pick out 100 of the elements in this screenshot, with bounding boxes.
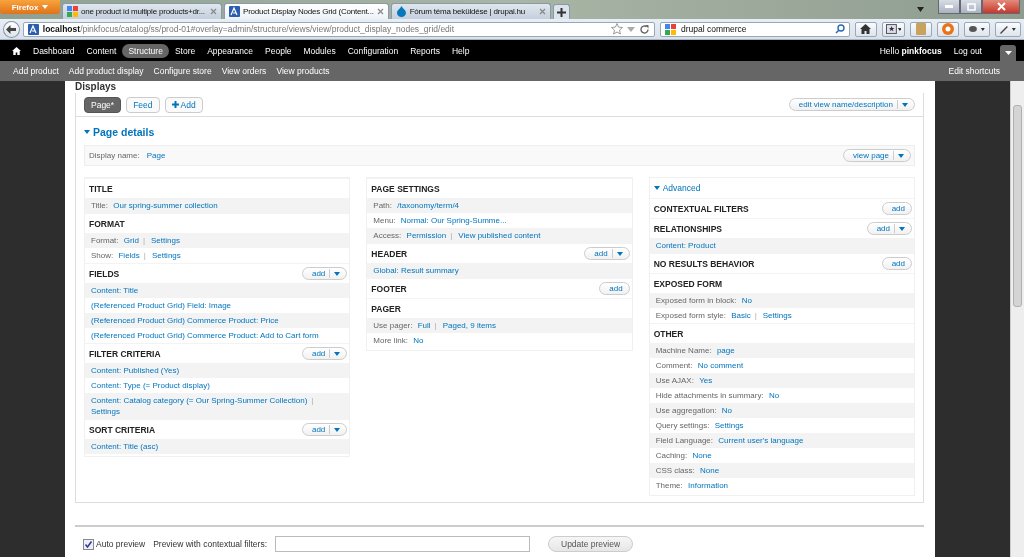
edit-shortcuts-link[interactable]: Edit shortcuts — [948, 66, 1000, 76]
setting-link[interactable]: Content: Title (asc) — [91, 441, 159, 452]
browser-tab[interactable]: Fórum téma beküldése | drupal.hu — [390, 3, 551, 19]
setting-link[interactable]: Basic — [731, 310, 751, 321]
toolbar-link[interactable]: Reports — [410, 43, 440, 58]
shortcut-link[interactable]: View orders — [221, 66, 267, 76]
page-details-toggle[interactable]: Page details — [84, 126, 155, 138]
toolbar-link[interactable]: Appearance — [207, 43, 254, 58]
separator-text: | — [142, 236, 145, 245]
close-icon[interactable] — [376, 8, 384, 15]
setting-link[interactable]: Content: Type (= Product display) — [91, 380, 210, 391]
setting-link[interactable]: (Referenced Product Grid) Commerce Product: Add to Cart form — [91, 330, 319, 341]
toolbar-link[interactable]: Structure — [122, 43, 169, 58]
auto-preview-checkbox[interactable] — [83, 538, 94, 550]
logout-link[interactable]: Log out — [953, 43, 982, 58]
display-tab[interactable]: Page* — [84, 96, 122, 113]
toolbar-link[interactable]: People — [265, 43, 292, 58]
section-title: FIELDS — [89, 268, 120, 279]
setting-link[interactable]: Normal: Our Spring-Summe... — [400, 215, 507, 226]
view-page-button[interactable]: view page — [842, 149, 911, 162]
search-field[interactable]: drupal commerce — [659, 21, 850, 37]
tool-button[interactable] — [995, 21, 1021, 37]
section-title: FOOTER — [371, 283, 407, 294]
setting-link[interactable]: No — [413, 335, 424, 346]
reload-icon[interactable] — [638, 23, 650, 35]
setting-label: Machine Name: — [655, 346, 712, 355]
add-button[interactable]: add — [881, 202, 912, 215]
add-display-button[interactable]: Add — [164, 96, 203, 113]
addon-button[interactable] — [937, 21, 960, 37]
search-icon[interactable] — [834, 24, 845, 34]
address-field[interactable]: localhost/pinkfocus/catalog/ss/prod-01#overlay=admin/structure/views/view/product_display_nodes_grid/edit — [22, 21, 655, 37]
setting-link[interactable]: Paged, 9 items — [442, 320, 497, 331]
advanced-toggle[interactable]: Advanced — [649, 178, 701, 198]
setting-link[interactable]: Information — [688, 480, 729, 491]
update-preview-button[interactable]: Update preview — [548, 536, 634, 552]
scrollbar[interactable] — [1010, 81, 1024, 557]
toolbar-link[interactable]: Dashboard — [33, 43, 75, 58]
browser-tab[interactable]: one product id multiple products+dr... — [62, 3, 222, 19]
add-button[interactable]: add — [301, 347, 348, 360]
home-icon[interactable] — [12, 46, 21, 55]
setting-link[interactable]: Content: Catalog category (= Our Spring-Summer Collection) — [91, 395, 308, 406]
edit-view-button[interactable]: edit view name/description — [788, 98, 915, 111]
setting-link[interactable]: No — [768, 390, 780, 401]
shortcut-link[interactable]: Configure store — [153, 66, 212, 76]
new-tab-button[interactable] — [552, 4, 570, 19]
display-name-link[interactable]: Page — [146, 151, 166, 160]
setting-link[interactable]: page — [716, 345, 735, 356]
setting-link[interactable]: No — [741, 295, 753, 306]
setting-link[interactable]: (Referenced Product Grid) Field: Image — [91, 300, 232, 311]
shortcuts-toggle-button[interactable] — [1000, 45, 1016, 61]
setting-link[interactable]: None — [700, 465, 720, 476]
setting-link[interactable]: Grid — [123, 235, 139, 246]
close-icon[interactable] — [210, 8, 217, 15]
setting-link[interactable]: No comment — [697, 360, 744, 371]
setting-link[interactable]: /taxonomy/term/4 — [397, 200, 460, 211]
close-icon[interactable] — [538, 8, 546, 15]
star-icon[interactable] — [610, 23, 623, 35]
shortcut-link[interactable]: Add product display — [68, 66, 144, 76]
shortcut-link[interactable]: View products — [276, 66, 330, 76]
setting-link[interactable]: Yes — [699, 375, 713, 386]
toolbar-link[interactable]: Modules — [303, 43, 336, 58]
maximize-button[interactable] — [960, 0, 982, 14]
setting-link[interactable]: Content: Product — [655, 240, 716, 251]
toolbar-link[interactable]: Content — [86, 43, 117, 58]
add-button[interactable]: add — [599, 282, 630, 295]
setting-link[interactable]: Content: Title — [91, 285, 139, 296]
browser-tab[interactable]: Product Display Nodes Grid (Content... — [224, 3, 389, 19]
setting-link[interactable]: Settings — [91, 406, 120, 417]
setting-link[interactable]: None — [692, 450, 712, 461]
setting-link[interactable]: Settings — [151, 235, 180, 246]
setting-link[interactable]: Settings — [151, 250, 181, 261]
add-button[interactable]: add — [301, 267, 348, 280]
bug-button[interactable] — [964, 21, 991, 37]
setting-link[interactable]: Permission — [406, 230, 447, 241]
toolbar-link[interactable]: Store — [174, 43, 196, 58]
setting-link[interactable]: Fields — [118, 250, 140, 261]
minimize-button[interactable] — [938, 0, 960, 14]
add-button[interactable]: add — [301, 423, 348, 436]
add-button[interactable]: add — [584, 247, 630, 260]
contextual-filters-field[interactable] — [275, 536, 530, 552]
add-button[interactable]: add — [881, 257, 912, 270]
back-button[interactable] — [3, 20, 20, 38]
setting-link[interactable]: Current user's language — [718, 435, 804, 446]
caret-icon[interactable] — [917, 7, 924, 12]
close-button[interactable] — [982, 0, 1020, 14]
home-button[interactable] — [854, 21, 877, 37]
setting-link[interactable]: Full — [417, 320, 431, 331]
toolbar-link[interactable]: Help — [452, 43, 470, 58]
add-button[interactable]: add — [866, 222, 912, 235]
display-tab[interactable]: Feed — [126, 96, 160, 113]
setting-link[interactable]: Settings — [762, 310, 792, 321]
setting-link[interactable]: Settings — [714, 420, 744, 431]
shortcut-link[interactable]: Add product — [13, 66, 59, 76]
bookmarks-button[interactable] — [881, 21, 906, 37]
setting-link[interactable]: Our spring-summer collection — [113, 200, 218, 211]
separator-text: | — [311, 396, 314, 405]
caret-icon — [84, 130, 90, 134]
toolbar-link[interactable]: Configuration — [347, 43, 399, 58]
setting-link[interactable]: No — [721, 405, 733, 416]
setting-link[interactable]: View published content — [458, 230, 541, 241]
